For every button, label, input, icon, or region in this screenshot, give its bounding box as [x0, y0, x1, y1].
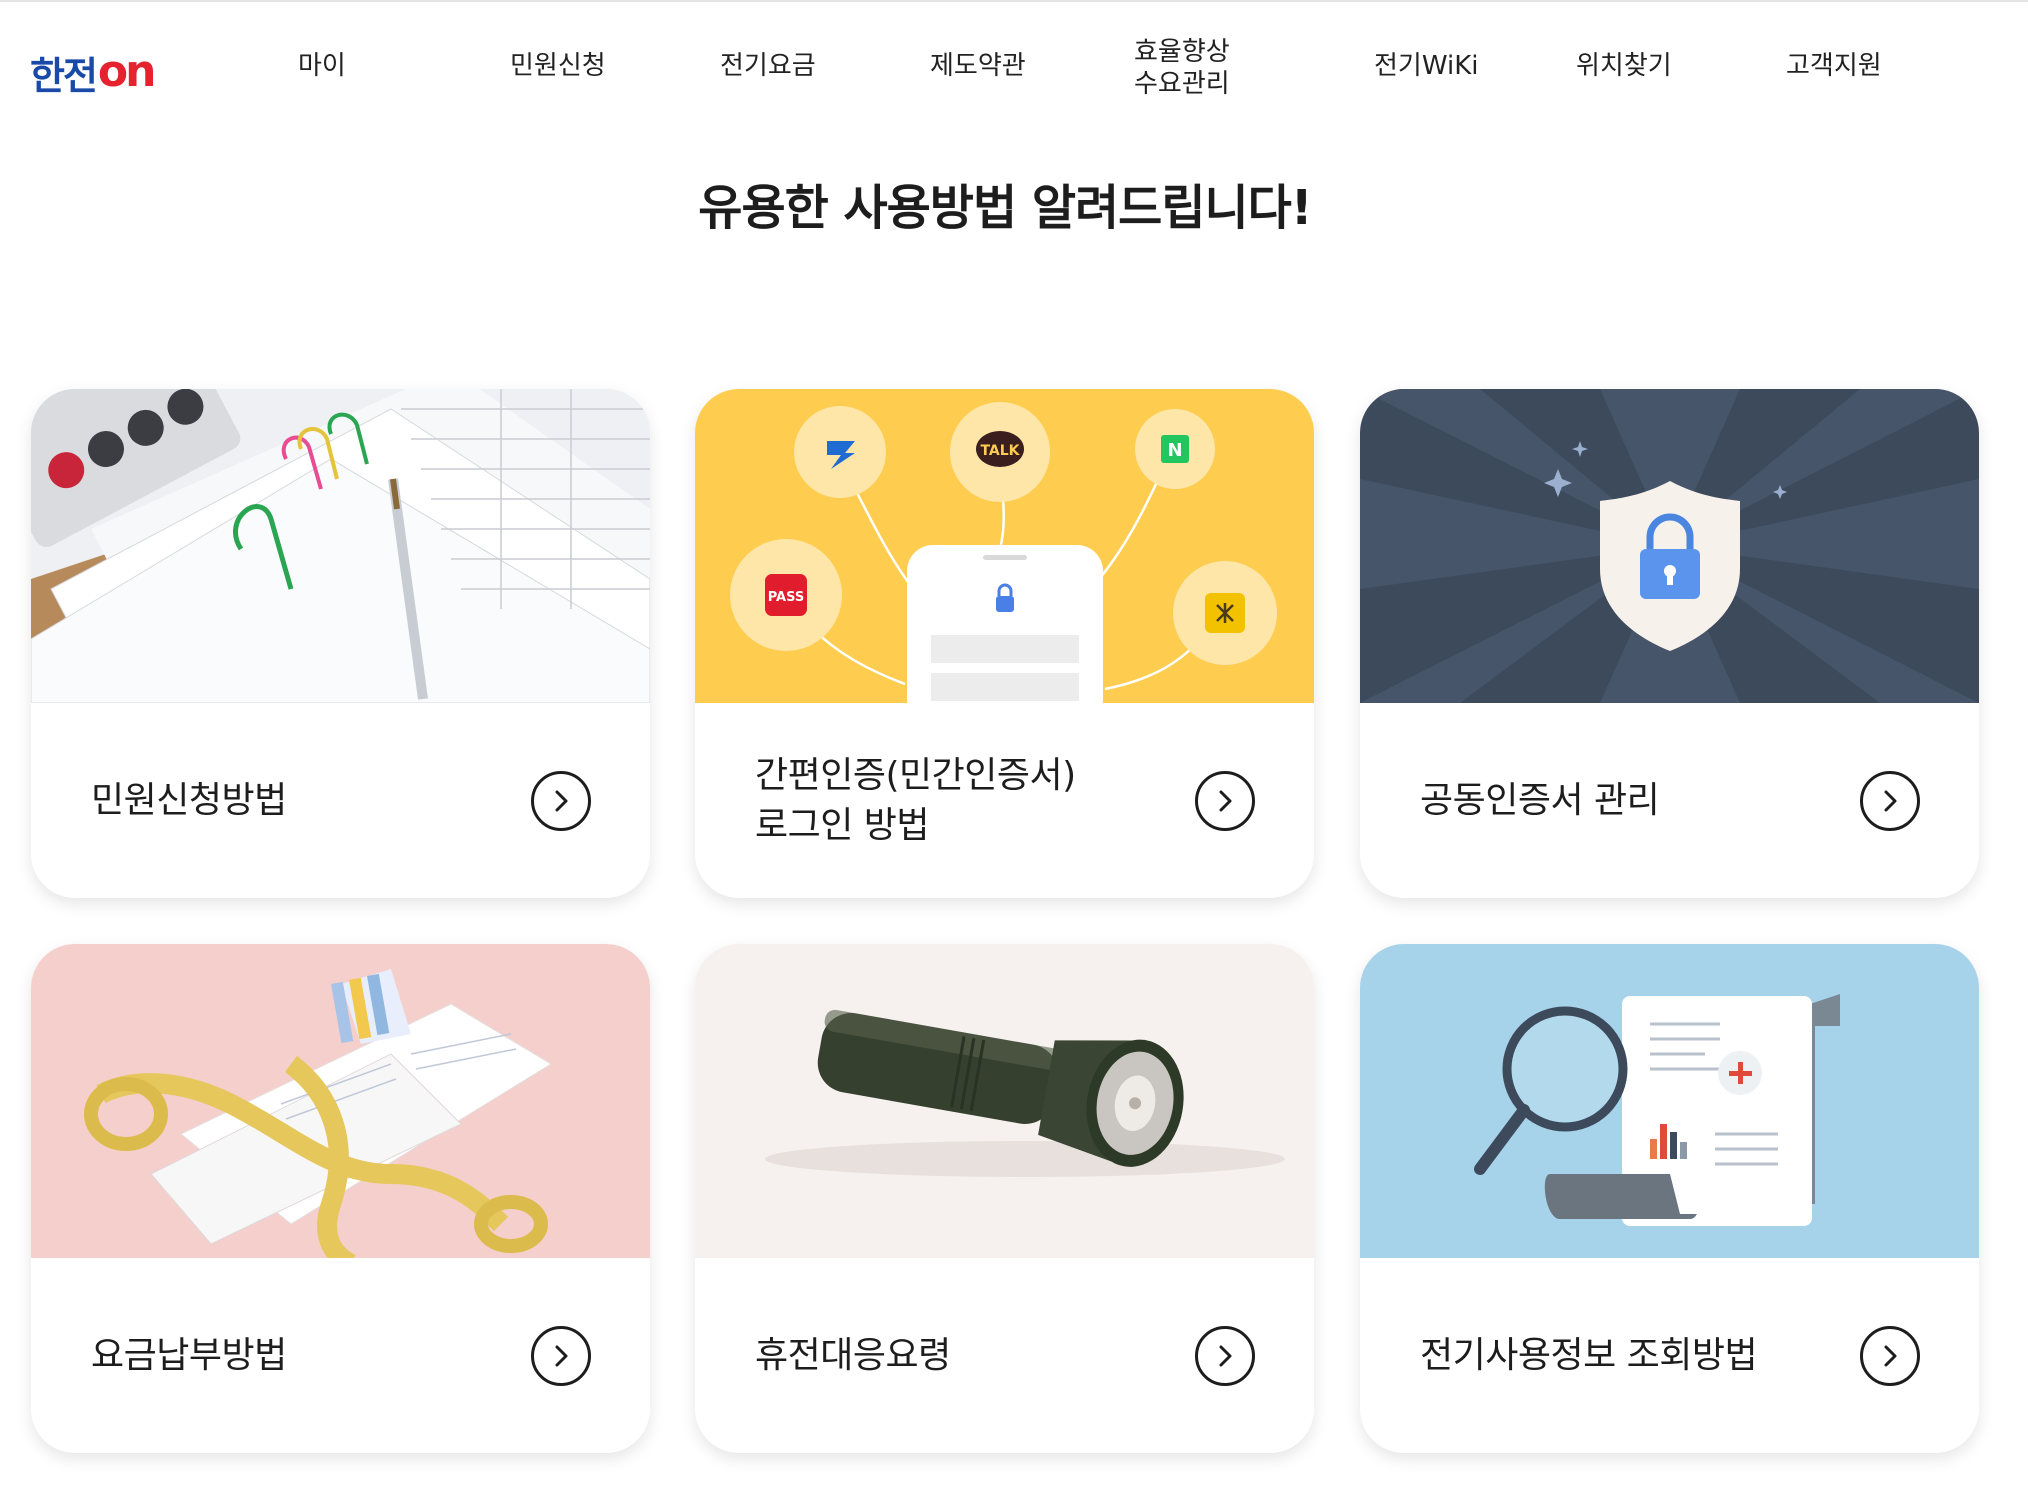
- nav-item-customer-support[interactable]: 고객지원: [1786, 50, 1882, 82]
- chevron-right-icon[interactable]: [531, 771, 591, 831]
- nav-item-civil-application[interactable]: 민원신청: [510, 50, 606, 82]
- documents-calculator-image: [31, 389, 650, 703]
- pass-badge: PASS: [768, 590, 805, 605]
- card-label: 공동인증서 관리: [1420, 779, 1660, 821]
- card-civil-application-guide[interactable]: 민원신청방법: [31, 389, 650, 898]
- card-label: 휴전대응요령: [755, 1334, 951, 1376]
- nav-item-my[interactable]: 마이: [298, 50, 346, 82]
- card-electricity-usage-lookup-guide[interactable]: 전기사용정보 조회방법: [1360, 944, 1979, 1453]
- card-label: 요금납부방법: [91, 1334, 287, 1376]
- card-label: 간편인증(민간인증서) 로그인 방법: [755, 754, 1076, 846]
- chevron-right-icon[interactable]: [531, 1326, 591, 1386]
- logo-on: on: [97, 46, 157, 97]
- card-power-outage-guide[interactable]: 휴전대응요령: [695, 944, 1314, 1453]
- page-title: 유용한 사용방법 알려드립니다!: [698, 180, 1312, 236]
- kepco-on-logo[interactable]: 한전 on: [30, 46, 157, 98]
- card-bill-payment-guide[interactable]: 요금납부방법: [31, 944, 650, 1453]
- site-header: 한전 on 마이 민원신청 전기요금 제도약관 효율향상 수요관리 전기WiKi…: [0, 2, 2028, 132]
- security-shield-illustration: [1360, 389, 1979, 703]
- nav-item-location[interactable]: 위치찾기: [1576, 50, 1672, 82]
- chevron-right-icon[interactable]: [1860, 771, 1920, 831]
- bills-tape-measure-image: [31, 944, 650, 1258]
- flashlight-image: [695, 944, 1314, 1258]
- chevron-right-icon[interactable]: [1195, 1326, 1255, 1386]
- card-simple-auth-login-guide[interactable]: TALK N PASS 간편인증(민간인증서) 로그인 방법: [695, 389, 1314, 898]
- chevron-right-icon[interactable]: [1195, 771, 1255, 831]
- card-label: 전기사용정보 조회방법: [1420, 1334, 1758, 1376]
- kakao-talk-badge: TALK: [980, 443, 1020, 459]
- naver-badge: N: [1167, 440, 1182, 461]
- chevron-right-icon[interactable]: [1860, 1326, 1920, 1386]
- nav-item-electricity-wiki[interactable]: 전기WiKi: [1374, 50, 1478, 82]
- magnifier-report-illustration: [1360, 944, 1979, 1258]
- nav-item-electricity-bill[interactable]: 전기요금: [720, 50, 816, 82]
- nav-item-efficiency-demand[interactable]: 효율향상 수요관리: [1134, 36, 1230, 100]
- simple-auth-illustration: TALK N PASS: [695, 389, 1314, 703]
- card-joint-certificate-management[interactable]: 공동인증서 관리: [1360, 389, 1979, 898]
- nav-item-policy-terms[interactable]: 제도약관: [930, 50, 1026, 82]
- logo-text: 한전: [30, 53, 98, 98]
- card-label: 민원신청방법: [91, 779, 287, 821]
